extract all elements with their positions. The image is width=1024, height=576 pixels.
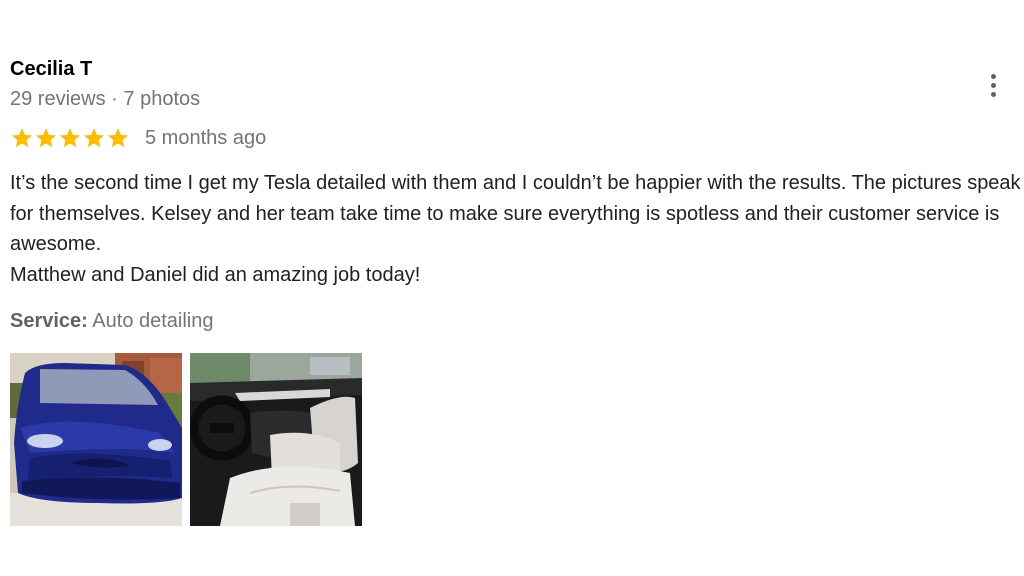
more-options-button[interactable] (978, 70, 1008, 100)
car-interior-photo[interactable] (190, 353, 362, 526)
star-icon (11, 128, 33, 148)
review-card: Cecilia T 29 reviews · 7 photos 5 months… (0, 0, 1024, 576)
car-exterior-photo[interactable] (10, 353, 182, 526)
review-text: It’s the second time I get my Tesla deta… (10, 168, 1022, 290)
reviewer-review-count: 29 reviews (10, 88, 106, 110)
meta-separator: · (111, 88, 118, 110)
review-paragraph: It’s the second time I get my Tesla deta… (10, 172, 1021, 255)
reviewer-name[interactable]: Cecilia T (10, 58, 92, 81)
review-photos (10, 353, 362, 526)
star-icon (83, 128, 105, 148)
review-date: 5 months ago (145, 126, 267, 149)
more-vert-icon-dot (990, 82, 996, 88)
star-icon (107, 128, 129, 148)
star-icon (59, 128, 81, 148)
reviewer-meta: 29 reviews · 7 photos (10, 88, 200, 111)
review-paragraph: Matthew and Daniel did an amazing job to… (10, 263, 421, 286)
star-icon (35, 128, 57, 148)
service-value: Auto detailing (92, 310, 214, 332)
star-rating (10, 126, 130, 150)
reviewer-photo-count: 7 photos (123, 88, 201, 110)
rating-row: 5 months ago (10, 124, 266, 152)
more-vert-icon (990, 73, 996, 79)
service-row: Service: Auto detailing (10, 310, 214, 333)
service-label: Service: (10, 310, 88, 332)
more-vert-icon-dot (990, 91, 996, 97)
